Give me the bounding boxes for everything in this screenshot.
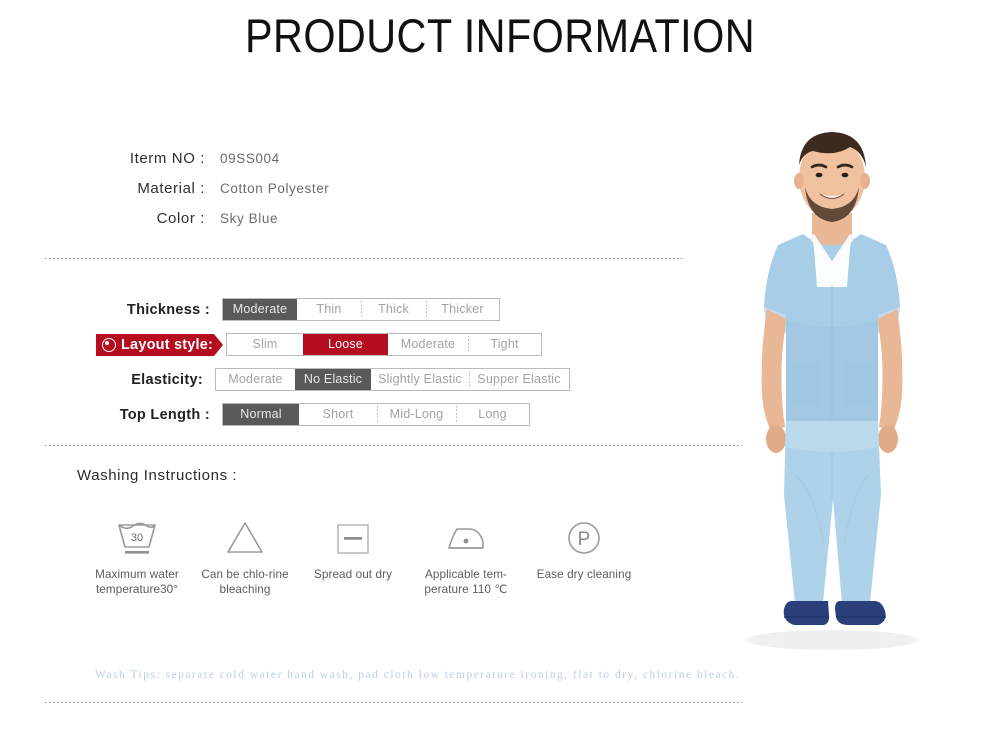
info-value-color: Sky Blue [220,211,279,226]
option-top-length-mid-long[interactable]: Mid-Long [377,404,456,425]
model-illustration [672,95,992,655]
washing-item-bleaching: Can be chlo-rine bleaching [193,515,297,597]
washing-instructions-heading: Washing Instructions : [77,467,238,484]
washing-item-max-temperature: 30 Maximum water temperature30° [85,515,189,597]
wash-tips-text: Wash Tips: separate cold water hand wash… [95,669,741,681]
wash-tub-temp-value: 30 [131,532,143,544]
info-label-color: Color : [156,210,205,227]
option-elasticity-moderate[interactable]: Moderate [216,369,295,390]
spec-options-thickness: Moderate Thin Thick Thicker [222,298,500,321]
bleach-triangle-icon [221,515,269,561]
dry-clean-p-icon: P [560,515,608,561]
spec-row-top-length: Top Length : Normal Short Mid-Long Long [100,397,570,432]
divider-line-bottom [45,702,742,703]
spec-label-thickness: Thickness : [126,301,210,318]
option-layout-slim[interactable]: Slim [227,334,303,355]
iron-icon [440,515,492,561]
option-thickness-thin[interactable]: Thin [297,299,361,320]
divider-line-top [45,258,685,259]
option-layout-moderate[interactable]: Moderate [388,334,468,355]
option-top-length-normal[interactable]: Normal [223,404,299,425]
washing-symbol-list: 30 Maximum water temperature30° Can be c… [85,515,685,597]
product-model-photo [672,95,992,655]
wash-tub-icon: 30 [113,515,161,561]
spec-options-elasticity: Moderate No Elastic Slightly Elastic Sup… [215,368,570,391]
washing-caption-max-temperature: Maximum water temperature30° [95,568,179,596]
spec-label-top-length: Top Length : [119,406,210,423]
info-value-material: Cotton Polyester [220,181,330,196]
spec-row-layout-style: Layout style: Slim Loose Moderate Tight [96,327,570,362]
target-icon [102,337,116,352]
spec-options-layout-style: Slim Loose Moderate Tight [226,333,542,356]
option-thickness-thicker[interactable]: Thicker [426,299,499,320]
option-layout-loose[interactable]: Loose [303,334,388,355]
option-elasticity-supper-elastic[interactable]: Supper Elastic [469,369,569,390]
washing-item-ironing: Applicable tem-perature 110 ℃ [409,515,523,597]
info-row-item-no: Iterm NO : 09SS004 [100,150,570,180]
option-top-length-short[interactable]: Short [299,404,377,425]
washing-caption-dry-cleaning: Ease dry cleaning [536,568,632,581]
info-row-color: Color : Sky Blue [100,210,570,240]
info-row-material: Material : Cotton Polyester [100,180,570,210]
washing-item-spread-out-dry: Spread out dry [301,515,405,582]
info-label-item-no: Iterm NO : [129,150,205,167]
dry-clean-letter: P [578,529,591,550]
washing-item-dry-cleaning: P Ease dry cleaning [527,515,641,582]
info-value-item-no: 09SS004 [220,151,280,166]
divider-line-middle [45,445,742,446]
flat-dry-square-icon [329,515,377,561]
washing-caption-ironing: Applicable tem-perature 110 ℃ [424,568,508,596]
spec-label-layout-style-text: Layout style: [121,336,214,353]
spec-row-elasticity: Elasticity: Moderate No Elastic Slightly… [100,362,570,397]
option-thickness-moderate[interactable]: Moderate [223,299,297,320]
washing-caption-spread-out-dry: Spread out dry [313,568,393,581]
spec-options-top-length: Normal Short Mid-Long Long [222,403,530,426]
spec-label-layout-style: Layout style: [96,333,223,356]
option-thickness-thick[interactable]: Thick [361,299,426,320]
product-info-list: Iterm NO : 09SS004 Material : Cotton Pol… [100,150,570,240]
washing-caption-bleaching: Can be chlo-rine bleaching [201,568,289,596]
spec-row-thickness: Thickness : Moderate Thin Thick Thicker [100,292,570,327]
spec-label-elasticity: Elasticity: [131,371,203,388]
info-label-material: Material : [137,180,205,197]
page-title: PRODUCT INFORMATION [244,9,756,62]
spec-selector-group: Thickness : Moderate Thin Thick Thicker … [96,292,570,432]
option-layout-tight[interactable]: Tight [468,334,541,355]
option-elasticity-no-elastic[interactable]: No Elastic [295,369,371,390]
option-top-length-long[interactable]: Long [456,404,529,425]
option-elasticity-slightly-elastic[interactable]: Slightly Elastic [371,369,469,390]
